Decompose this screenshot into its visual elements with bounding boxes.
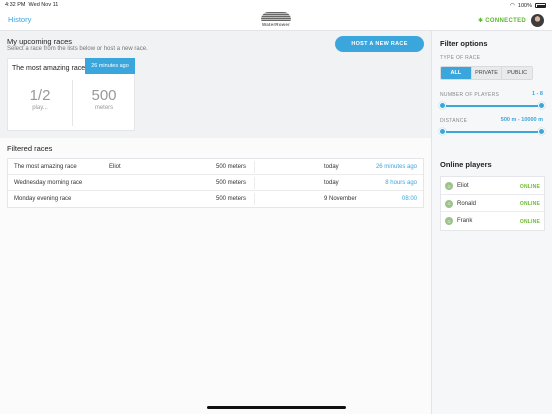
nav-bar: History WaterRower ✱ CONNECTED bbox=[0, 10, 552, 31]
distance-range-value: 500 m - 10000 m bbox=[500, 117, 543, 123]
player-status: ONLINE bbox=[519, 218, 540, 225]
race-card-name: The most amazing race bbox=[12, 65, 86, 72]
history-back-button[interactable]: History bbox=[8, 15, 31, 24]
distance-min-handle[interactable] bbox=[439, 128, 446, 135]
race-type-segmented-control: ALL PRIVATE PUBLIC bbox=[440, 66, 533, 80]
online-players-list: ☺ Eliot ONLINE ☺ Ronald ONLINE ☺ Frank O… bbox=[440, 176, 545, 231]
player-name: Eliot bbox=[457, 183, 469, 189]
players-label: play... bbox=[32, 105, 48, 111]
upcoming-race-card[interactable]: The most amazing race 26 minutes ago 1/2… bbox=[7, 58, 135, 131]
race-time: 08:00 bbox=[401, 196, 417, 202]
race-distance: 500 meters bbox=[216, 180, 247, 186]
distance-max-handle[interactable] bbox=[538, 128, 545, 135]
segment-private[interactable]: PRIVATE bbox=[471, 67, 503, 79]
race-host: Eliot bbox=[109, 164, 121, 170]
race-name: Wednesday morning race bbox=[14, 180, 83, 186]
column-divider bbox=[254, 177, 255, 189]
players-max-handle[interactable] bbox=[538, 102, 545, 109]
connection-status[interactable]: ✱ CONNECTED bbox=[477, 17, 526, 25]
distance-label: DISTANCE bbox=[440, 118, 468, 124]
column-divider bbox=[254, 193, 255, 205]
race-card-distance: 500 meters bbox=[72, 87, 136, 111]
distance-value: 500 bbox=[91, 87, 117, 104]
player-name: Ronald bbox=[457, 200, 477, 207]
player-name: Frank bbox=[457, 218, 473, 224]
connection-label: CONNECTED bbox=[485, 17, 526, 24]
wifi-icon: ◠ bbox=[509, 3, 515, 9]
race-card-time-badge: 26 minutes ago bbox=[85, 58, 135, 74]
list-item[interactable]: ☺ Ronald ONLINE bbox=[441, 195, 544, 212]
logo-text: WaterRower bbox=[261, 22, 291, 27]
race-distance: 500 meters bbox=[216, 164, 247, 170]
filtered-races-title: Filtered races bbox=[7, 144, 53, 153]
player-avatar: ☺ bbox=[445, 199, 453, 208]
type-of-race-label: TYPE OF RACE bbox=[440, 55, 481, 61]
race-distance: 500 meters bbox=[216, 196, 247, 202]
distance-label: meters bbox=[94, 105, 114, 111]
race-name: The most amazing race bbox=[14, 164, 77, 170]
distance-range-slider[interactable] bbox=[439, 128, 545, 135]
players-range-slider[interactable] bbox=[439, 102, 545, 109]
battery-icon bbox=[535, 3, 546, 8]
race-name: Monday evening race bbox=[14, 196, 72, 202]
list-item[interactable]: ☺ Frank ONLINE bbox=[441, 212, 544, 230]
filtered-races-table: The most amazing race Eliot 500 meters t… bbox=[7, 158, 424, 208]
race-time: 8 hours ago bbox=[385, 180, 417, 186]
player-avatar: ☺ bbox=[445, 182, 453, 190]
segment-public[interactable]: PUBLIC bbox=[502, 67, 532, 79]
list-item[interactable]: ☺ Eliot ONLINE bbox=[441, 177, 544, 195]
status-time: 4:32 PM Wed Nov 11 bbox=[5, 2, 59, 8]
number-of-players-label: NUMBER OF PLAYERS bbox=[440, 92, 500, 98]
filter-options-title: Filter options bbox=[440, 39, 488, 48]
table-row[interactable]: Monday evening race 500 meters 9 Novembe… bbox=[8, 191, 423, 207]
status-bar: 4:32 PM Wed Nov 11 ◠ 100% bbox=[0, 0, 552, 10]
user-avatar[interactable] bbox=[531, 14, 544, 27]
filter-sidebar: Filter options TYPE OF RACE ALL PRIVATE … bbox=[431, 31, 552, 414]
main-content: My upcoming races Select a race from the… bbox=[0, 31, 431, 414]
race-day: 9 November bbox=[324, 196, 357, 202]
column-divider bbox=[254, 161, 255, 173]
online-players-title: Online players bbox=[440, 160, 492, 169]
upcoming-races-title: My upcoming races bbox=[7, 37, 73, 46]
host-new-race-button[interactable]: HOST A NEW RACE bbox=[335, 36, 424, 52]
home-indicator[interactable] bbox=[207, 406, 346, 409]
number-of-players-value: 1 - 8 bbox=[531, 91, 543, 97]
player-status: ONLINE bbox=[519, 183, 540, 190]
player-status: ONLINE bbox=[519, 201, 540, 207]
players-min-handle[interactable] bbox=[439, 102, 446, 109]
status-right: ◠ 100% bbox=[510, 2, 546, 9]
upcoming-races-subtitle: Select a race from the lists below or ho… bbox=[7, 46, 148, 52]
logo-mark bbox=[261, 12, 291, 21]
players-count: 1/2 bbox=[29, 87, 51, 104]
table-row[interactable]: The most amazing race Eliot 500 meters t… bbox=[8, 159, 423, 175]
waterrower-logo: WaterRower bbox=[261, 12, 291, 29]
race-day: today bbox=[324, 164, 339, 170]
table-row[interactable]: Wednesday morning race 500 meters today … bbox=[8, 175, 423, 191]
player-avatar: ☺ bbox=[445, 217, 453, 225]
bluetooth-icon: ✱ bbox=[477, 18, 484, 24]
race-card-players: 1/2 play... bbox=[8, 87, 72, 111]
race-time: 26 minutes ago bbox=[375, 164, 417, 170]
race-day: today bbox=[324, 180, 339, 186]
battery-percent: 100% bbox=[517, 2, 532, 9]
segment-all[interactable]: ALL bbox=[441, 67, 472, 79]
